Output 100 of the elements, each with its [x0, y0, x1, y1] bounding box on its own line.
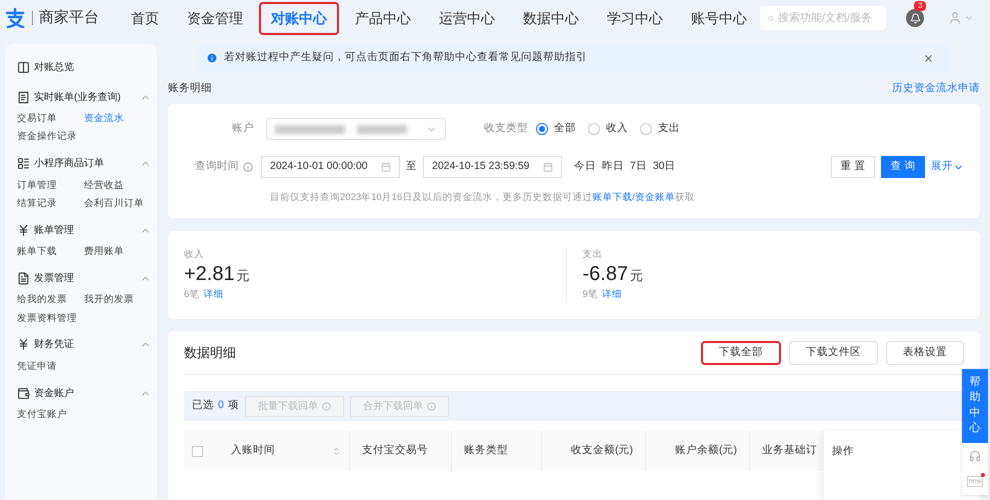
sidebar-item[interactable]: 发票资料管理 — [17, 312, 84, 326]
document-icon — [17, 272, 30, 285]
sidebar-item[interactable]: 我开的发票 — [84, 293, 151, 308]
sidebar-item[interactable]: 经营收益 — [84, 178, 151, 193]
nav-tab[interactable]: 运营中心 — [427, 2, 507, 34]
quick-range-link[interactable]: 7日 — [630, 159, 647, 175]
column-header: 账户余额(元) — [675, 443, 737, 458]
sidebar-item[interactable]: 凭证申请 — [17, 360, 84, 374]
summary-amount: -6.87 — [582, 264, 628, 284]
sidebar-item[interactable]: 资金操作记录 — [17, 130, 84, 144]
nav-tab[interactable]: 账号中心 — [679, 2, 759, 34]
range-separator: 至 — [406, 159, 417, 174]
sidebar-item[interactable]: 给我的发票 — [17, 293, 84, 308]
sidebar-group-title[interactable]: 小程序商品订单 — [34, 156, 104, 171]
radio-label: 全部 — [554, 121, 576, 136]
search-field[interactable]: 搜索功能/文档/服务 — [760, 6, 886, 30]
selection-label: 已选 — [192, 398, 214, 414]
end-date-field[interactable]: 2024-10-15 23:59:59 — [423, 156, 562, 178]
select-all-checkbox[interactable] — [192, 446, 203, 456]
headset-icon[interactable] — [962, 442, 988, 469]
info-icon — [206, 52, 218, 64]
quick-range-link[interactable]: 今日 — [574, 159, 596, 175]
radio-button[interactable] — [588, 123, 600, 135]
quick-range-link[interactable]: 昨日 — [602, 159, 624, 175]
selection-count: 0 — [218, 398, 224, 414]
sidebar-item[interactable]: 结算记录 — [17, 196, 84, 211]
page-title: 账务明细 — [168, 81, 212, 96]
account-select[interactable] — [266, 118, 446, 140]
info-icon — [322, 402, 331, 410]
logo-icon — [4, 8, 26, 28]
field-label: 账户 — [231, 121, 254, 136]
sidebar-item[interactable]: 支付宝账户 — [17, 408, 84, 422]
help-center-button[interactable]: 帮助中心 — [962, 369, 988, 443]
currency-unit: 元 — [236, 267, 250, 286]
notice-text: 若对账过程中产生疑问，可点击页面右下角帮助中心查看常见问题帮助指引 — [224, 50, 587, 66]
sidebar-group-title[interactable]: 对账总览 — [34, 60, 74, 74]
nav-tab[interactable]: 首页 — [119, 2, 171, 34]
nav-tab[interactable]: 学习中心 — [595, 2, 675, 34]
nav-tab[interactable]: 产品中心 — [343, 2, 423, 34]
column-header: 入账时间 — [231, 443, 275, 458]
sidebar-item[interactable]: 资金流水 — [84, 112, 151, 126]
radio-button[interactable] — [640, 123, 652, 135]
radio-label: 支出 — [658, 121, 680, 136]
quick-range-link[interactable]: 30日 — [652, 159, 676, 175]
reset-button[interactable]: 重 置 — [831, 156, 875, 178]
selection-label: 项 — [228, 398, 239, 414]
field-label: 查询时间 — [194, 159, 239, 174]
toolbar-button[interactable]: 表格设置 — [886, 340, 964, 364]
record-count: 6笔 — [184, 288, 200, 302]
sidebar-group-title[interactable]: 发票管理 — [34, 270, 74, 286]
column-header: 账务类型 — [464, 443, 508, 458]
field-label: 收支类型 — [484, 121, 528, 136]
sidebar-group-title[interactable]: 账单管理 — [34, 222, 74, 238]
summary-amount: +2.81 — [184, 264, 235, 284]
info-icon — [426, 402, 436, 410]
expand-link[interactable]: 展开 — [931, 159, 964, 175]
toolbar-button[interactable]: 下载全部 — [701, 340, 781, 364]
detail-link[interactable]: 详细 — [203, 288, 224, 302]
column-header: 业务基础订 — [762, 443, 817, 458]
list-icon — [17, 157, 30, 170]
history-link[interactable]: 历史资金流水申请 — [892, 81, 980, 97]
column-header: 操作 — [832, 444, 854, 459]
hint-text: 目前仅支持查询2023年10月16日及以后的资金流水，更多历史数据可通过账单下载/资金账单获取 — [270, 192, 695, 203]
section-title: 数据明细 — [184, 344, 236, 362]
nav-tab[interactable]: 资金管理 — [175, 2, 255, 34]
sidebar-item[interactable]: 会利百川订单 — [84, 196, 151, 211]
record-count: 9笔 — [582, 288, 598, 302]
column-header: 收支金额(元) — [571, 443, 633, 458]
sidebar-item[interactable]: 交易订单 — [17, 112, 84, 126]
column-header: 支付宝交易号 — [362, 443, 428, 458]
summary-label: 支出 — [582, 248, 604, 262]
bell-button[interactable] — [906, 9, 924, 27]
nav-tab[interactable]: 对账中心 — [259, 2, 339, 34]
sidebar-group-title[interactable]: 实时账单(业务查询) — [34, 90, 121, 104]
start-date-field[interactable]: 2024-10-01 00:00:00 — [261, 156, 400, 178]
sidebar-group-title[interactable]: 财务凭证 — [34, 337, 74, 352]
currency-unit: 元 — [630, 267, 644, 286]
bell-icon — [910, 12, 920, 24]
brand-name: 商家平台 — [39, 8, 99, 28]
bill-download-link[interactable]: 账单下载/资金账单 — [592, 192, 675, 203]
calendar-icon — [381, 162, 391, 172]
sort-icon[interactable] — [332, 446, 341, 456]
yen-icon — [17, 224, 30, 236]
sidebar-group-title[interactable]: 资金账户 — [34, 386, 74, 400]
blurred-value — [275, 124, 345, 134]
blurred-value — [357, 124, 407, 134]
sidebar-item[interactable]: 订单管理 — [17, 178, 84, 193]
receipt-icon — [17, 90, 30, 104]
nav-tab[interactable]: 数据中心 — [511, 2, 591, 34]
close-icon[interactable] — [923, 52, 934, 64]
avatar-icon[interactable] — [948, 11, 962, 25]
yen-icon — [17, 338, 30, 352]
notification-badge: 3 — [914, 1, 926, 11]
sidebar-item[interactable]: 费用账单 — [84, 245, 151, 260]
toolbar-button[interactable]: 下载文件区 — [789, 340, 878, 364]
radio-button[interactable] — [536, 123, 548, 135]
summary-label: 收入 — [184, 248, 205, 262]
sidebar-item[interactable]: 账单下载 — [17, 245, 84, 260]
query-button[interactable]: 查 询 — [881, 156, 925, 178]
detail-link[interactable]: 详细 — [602, 288, 622, 302]
